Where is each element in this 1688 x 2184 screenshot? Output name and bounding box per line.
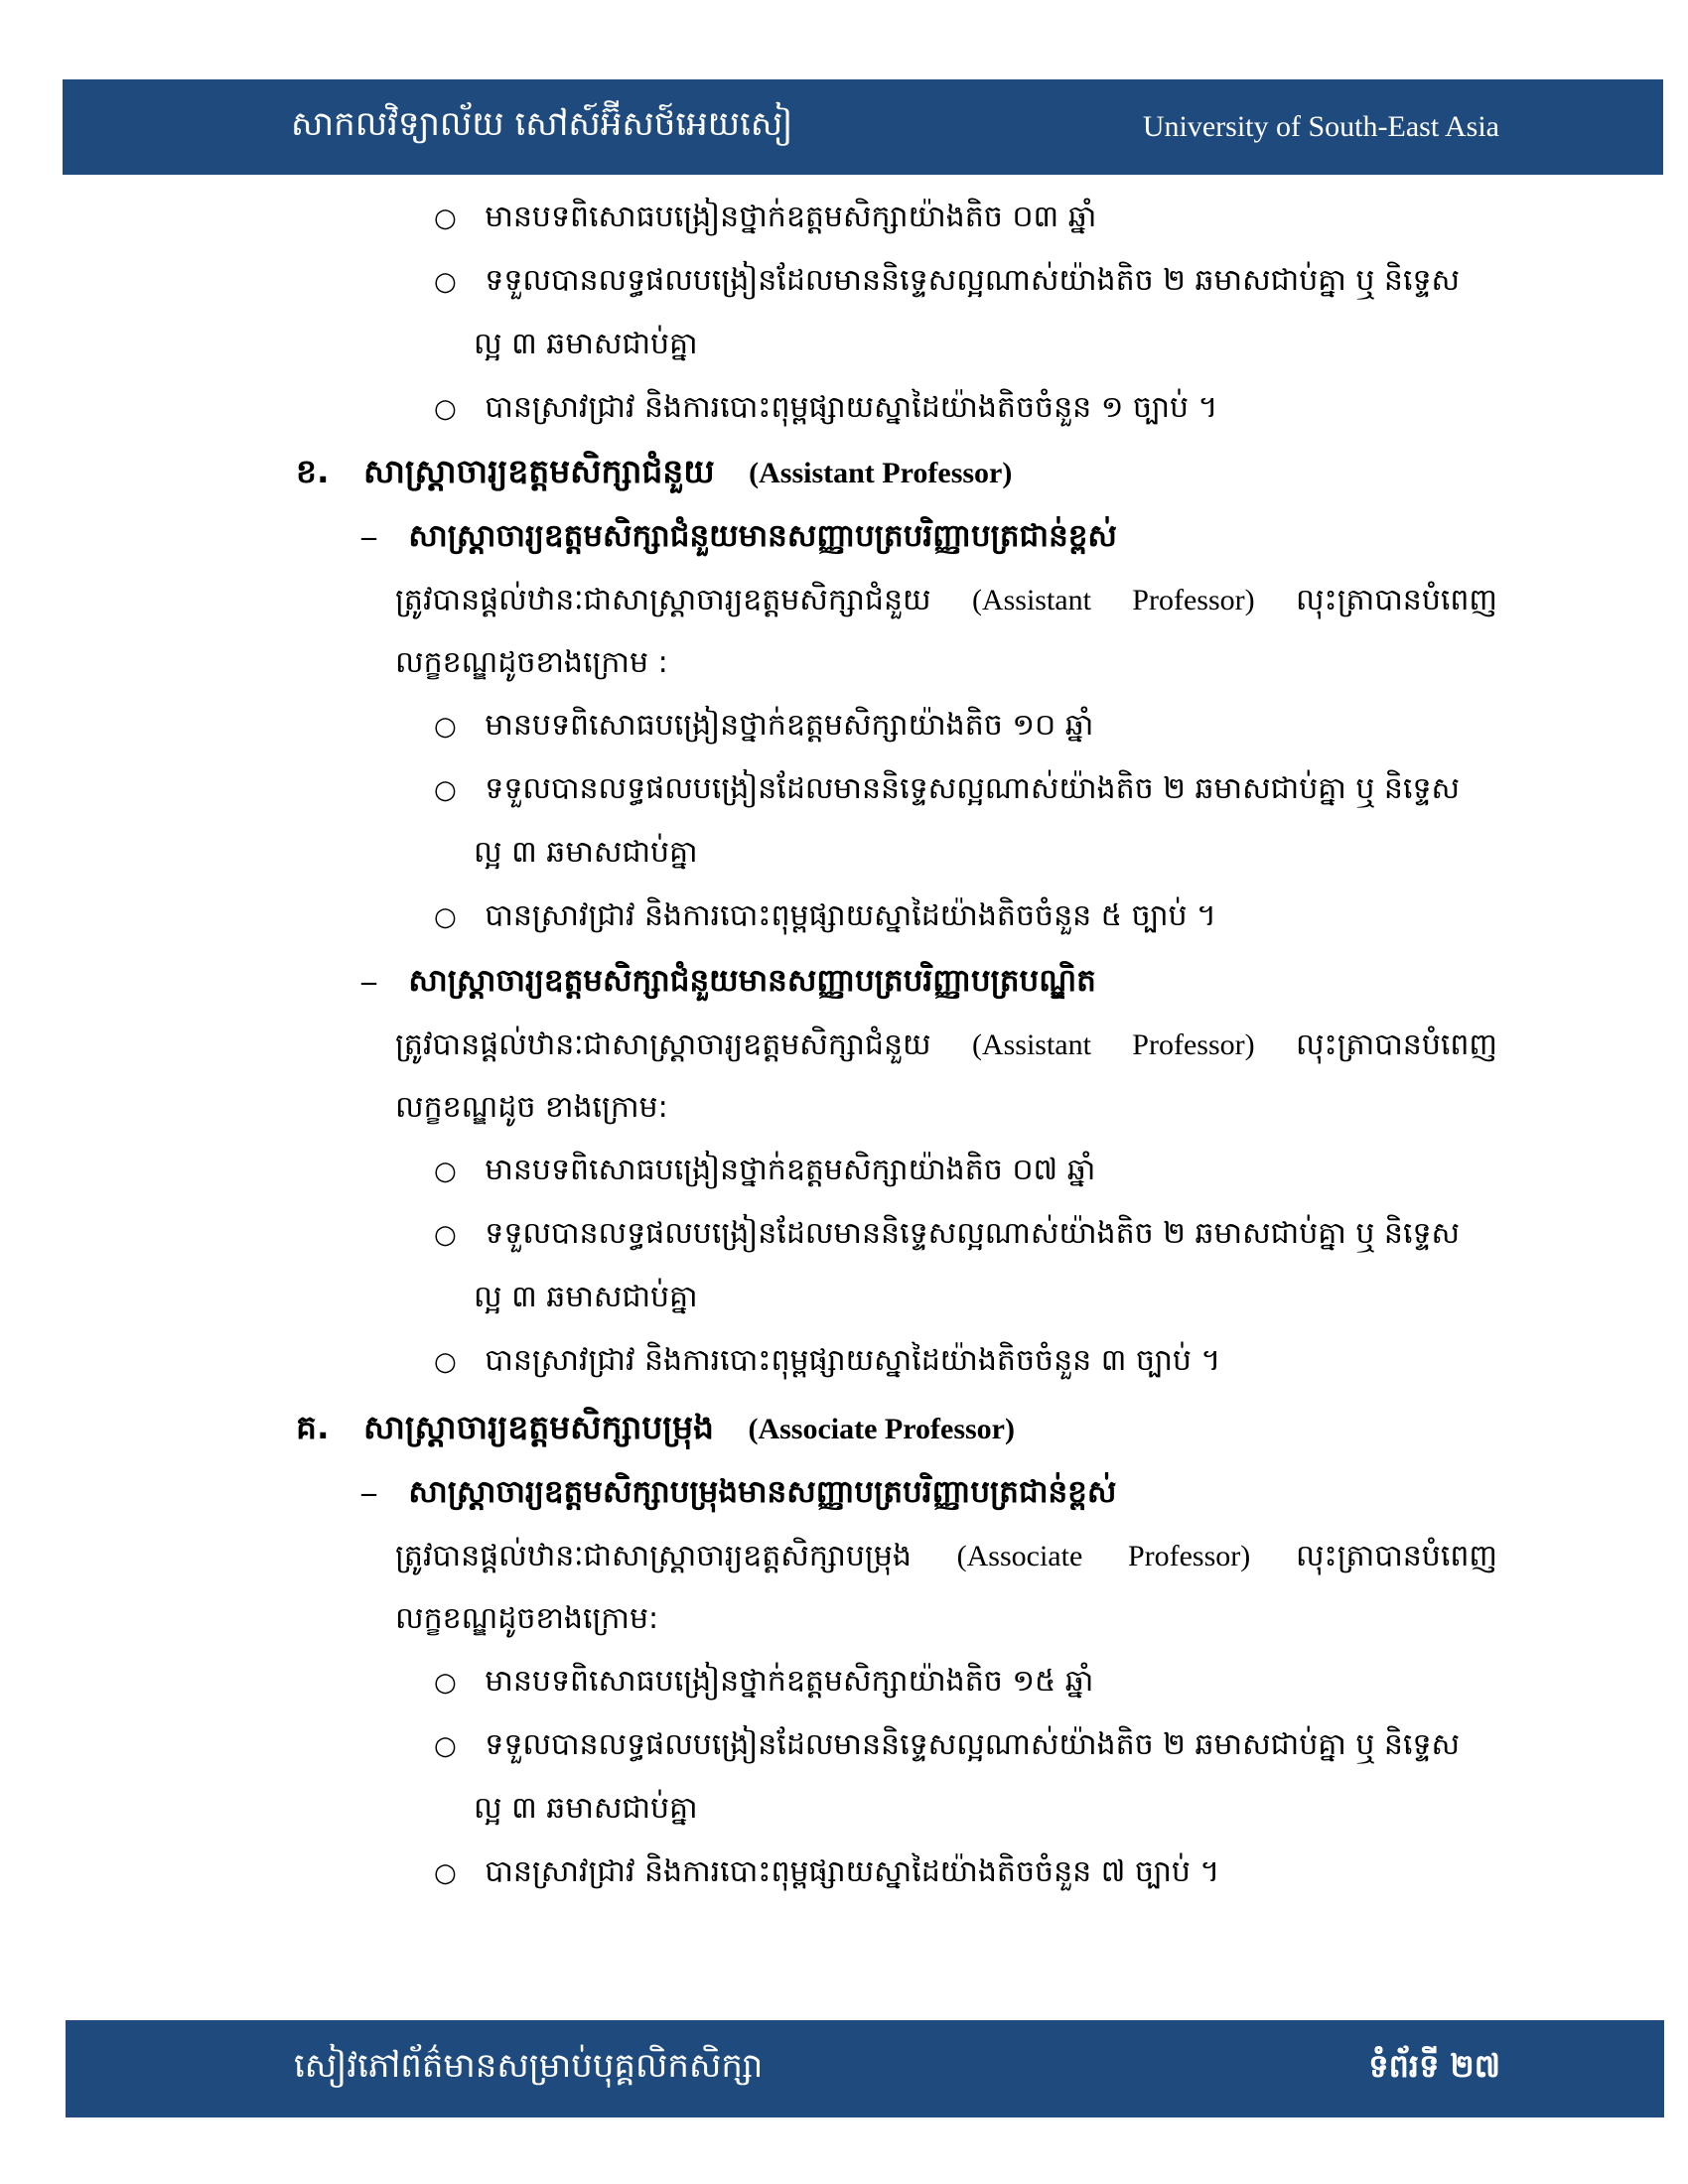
list-item: ○ បានស្រាវជ្រាវ និងការបោះពុម្ពផ្សាយស្នាដ… xyxy=(434,390,1218,425)
bullet-icon: ○ xyxy=(434,712,457,742)
paragraph-continuation: លក្ខខណ្ឌដូចខាងក្រោម: xyxy=(395,1601,659,1636)
section-heading-associate: គ. សាស្ត្រាចារ្យឧត្តមសិក្សាបម្រុង (Assoc… xyxy=(296,1408,1015,1449)
section-title: សាស្ត្រាចារ្យឧត្តមសិក្សាបម្រុង xyxy=(362,1408,714,1446)
paragraph-continuation: លក្ខខណ្ឌដូចខាងក្រោម : xyxy=(395,645,668,680)
bullet-icon: ○ xyxy=(434,775,457,805)
dash-icon: – xyxy=(361,1476,376,1509)
bullet-icon: ○ xyxy=(434,1858,457,1888)
list-item: ○ បានស្រាវជ្រាវ និងការបោះពុម្ពផ្សាយស្នាដ… xyxy=(434,1343,1221,1378)
bullet-icon: ○ xyxy=(434,1157,457,1186)
list-item: ○ មានបទពិសោធបង្រៀនថ្នាក់ឧត្តមសិក្សាយ៉ាងត… xyxy=(434,1664,1094,1699)
list-item: ○ បានស្រាវជ្រាវ និងការបោះពុម្ពផ្សាយស្នាដ… xyxy=(434,1854,1220,1889)
list-item: ○ ទទួលបានលទ្ធផលបង្រៀនដែលមាននិទ្ទេសល្អណាស… xyxy=(434,1216,1461,1251)
subsection-heading: – សាស្ត្រាចារ្យឧត្តមសិក្សាជំនួយមានសញ្ញាប… xyxy=(361,963,1096,999)
footer-band: សៀវភៅព័ត៌មានសម្រាប់បុគ្គលិកសិក្សា ទំព័រទ… xyxy=(66,2020,1664,2117)
bullet-icon: ○ xyxy=(434,902,457,932)
dash-icon: – xyxy=(361,520,376,553)
section-title-english: (Assistant Professor) xyxy=(749,457,1013,489)
dash-icon: – xyxy=(361,965,376,998)
header-band: សាកលវិទ្យាល័យ សៅស៍អ៊ីសថ៍អេយសៀ University… xyxy=(63,79,1663,175)
list-item-continuation: ល្អ ៣ ឆមាសជាប់គ្នា xyxy=(474,1280,698,1314)
section-title-english: (Associate Professor) xyxy=(748,1413,1015,1445)
section-heading-assistant: ខ. សាស្ត្រាចារ្យឧត្តមសិក្សាជំនួយ (Assist… xyxy=(296,452,1012,493)
paragraph: ត្រូវបានផ្តល់ឋានៈជាសាស្ត្រាចារ្យឧត្តសិក្… xyxy=(395,1539,1497,1573)
page-number: ទំព័រទី ២៧ xyxy=(1368,2046,1500,2085)
paragraph-continuation: លក្ខខណ្ឌដូច ខាងក្រោម: xyxy=(395,1090,668,1125)
bullet-icon: ○ xyxy=(434,1668,457,1698)
bullet-icon: ○ xyxy=(434,204,457,233)
bullet-icon: ○ xyxy=(434,394,457,424)
list-item-continuation: ល្អ ៣ ឆមាសជាប់គ្នា xyxy=(474,835,698,870)
bullet-icon: ○ xyxy=(434,267,457,297)
paragraph: ត្រូវបានផ្តល់ឋានៈជាសាស្ត្រាចារ្យឧត្តមសិក… xyxy=(395,1027,1497,1062)
bullet-icon: ○ xyxy=(434,1347,457,1377)
list-item: ○ មានបទពិសោធបង្រៀនថ្នាក់ឧត្តមសិក្សាយ៉ាងត… xyxy=(434,1153,1096,1187)
list-item: ○ មានបទពិសោធបង្រៀនថ្នាក់ឧត្តមសិក្សាយ៉ាងត… xyxy=(434,708,1094,743)
list-item: ○ ទទួលបានលទ្ធផលបង្រៀនដែលមាននិទ្ទេសល្អណាស… xyxy=(434,263,1461,298)
university-name-english: University of South-East Asia xyxy=(1142,110,1499,143)
handbook-title: សៀវភៅព័ត៌មានសម្រាប់បុគ្គលិកសិក្សា xyxy=(294,2046,764,2086)
subsection-heading: – សាស្ត្រាចារ្យឧត្តមសិក្សាជំនួយមានសញ្ញាប… xyxy=(361,518,1117,554)
section-title: សាស្ត្រាចារ្យឧត្តមសិក្សាជំនួយ xyxy=(362,452,715,490)
list-item: ○ បានស្រាវជ្រាវ និងការបោះពុម្ពផ្សាយស្នាដ… xyxy=(434,898,1216,933)
bullet-icon: ○ xyxy=(434,1731,457,1761)
section-number: គ. xyxy=(296,1408,330,1446)
list-item-continuation: ល្អ ៣ ឆមាសជាប់គ្នា xyxy=(474,327,698,361)
subsection-heading: – សាស្ត្រាចារ្យឧត្តមសិក្សាបម្រុងមានសញ្ញា… xyxy=(361,1474,1117,1510)
list-item: ○ មានបទពិសោធបង្រៀនថ្នាក់ឧត្តមសិក្សាយ៉ាងត… xyxy=(434,200,1097,234)
university-name-khmer: សាកលវិទ្យាល័យ សៅស៍អ៊ីសថ៍អេយសៀ xyxy=(291,104,793,144)
paragraph: ត្រូវបានផ្តល់ឋានៈជាសាស្ត្រាចារ្យឧត្តមសិក… xyxy=(395,583,1497,617)
bullet-icon: ○ xyxy=(434,1220,457,1250)
section-number: ខ. xyxy=(296,452,330,490)
list-item: ○ ទទួលបានលទ្ធផលបង្រៀនដែលមាននិទ្ទេសល្អណាស… xyxy=(434,1727,1461,1762)
list-item: ○ ទទួលបានលទ្ធផលបង្រៀនដែលមាននិទ្ទេសល្អណាស… xyxy=(434,771,1461,806)
list-item-continuation: ល្អ ៣ ឆមាសជាប់គ្នា xyxy=(474,1791,698,1826)
